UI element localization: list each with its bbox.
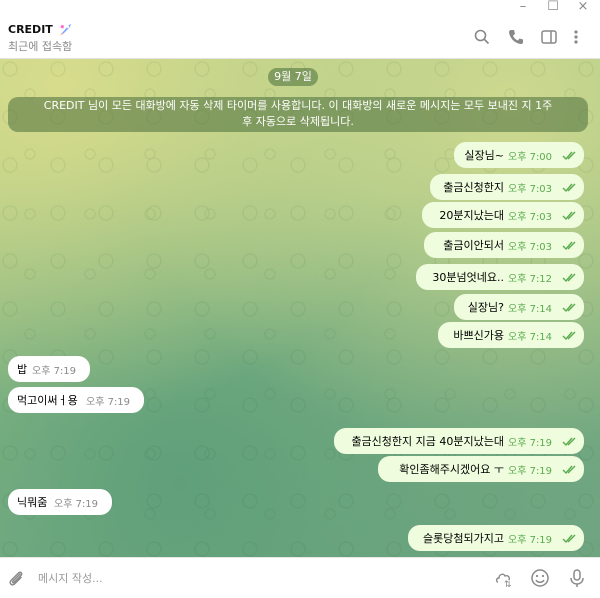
message-time: 오후 7:03 (508, 184, 553, 195)
message-text: 출금신청한지 (443, 181, 504, 194)
emoji-icon[interactable] (530, 568, 550, 588)
rocket-emoji-icon (59, 24, 71, 35)
message-text: 슬롯당첨되가지고 (423, 532, 504, 545)
message-text: 30분넘엇네요.. (432, 271, 504, 284)
read-receipt-icon (562, 465, 576, 475)
message-text: 바쁘신가용 (453, 329, 504, 342)
incoming-message[interactable]: 닉뭐줌 오후 7:19 (8, 489, 112, 515)
chat-name-text: CREDIT (8, 23, 53, 36)
message-text: 실장님~ (464, 149, 504, 162)
outgoing-message[interactable]: 출금이안되서 오후 7:03 (424, 232, 584, 258)
date-pill: 9월 7일 (268, 68, 318, 86)
read-receipt-icon (562, 273, 576, 283)
chat-header[interactable]: CREDIT 최근에 접속함 (0, 12, 600, 59)
outgoing-message[interactable]: 실장님~ 오후 7:00 (454, 142, 584, 168)
phone-icon[interactable] (507, 28, 525, 46)
outgoing-message[interactable]: 바쁘신가용 오후 7:14 (438, 322, 584, 348)
microphone-icon[interactable] (567, 568, 587, 588)
message-text: 먹고이써ㅓ용 (17, 394, 78, 407)
message-time: 오후 7:12 (508, 274, 553, 285)
sidebar-toggle-icon[interactable] (540, 28, 558, 46)
more-icon[interactable] (567, 28, 585, 46)
chat-history[interactable]: 9월 7일 CREDIT 님이 모든 대화방에 자동 삭제 타이머를 사용합니다… (0, 59, 600, 557)
message-time: 오후 7:19 (54, 499, 99, 510)
outgoing-message[interactable]: 20분지났는대 오후 7:03 (422, 202, 584, 228)
system-message-line2: 후 자동으로 삭제됩니다. (242, 115, 354, 128)
message-time: 오후 7:19 (508, 438, 553, 449)
read-receipt-icon (562, 211, 576, 221)
message-input[interactable]: 메시지 작성... (38, 570, 103, 586)
message-time: 오후 7:19 (86, 397, 131, 408)
message-time: 오후 7:14 (508, 332, 553, 343)
attach-icon[interactable] (6, 568, 26, 588)
read-receipt-icon (562, 241, 576, 251)
message-text: 실장님? (467, 301, 504, 314)
read-receipt-icon (562, 437, 576, 447)
message-text: 확인좀해주시겠어요 ㅜ (399, 463, 504, 476)
svg-text:⇅: ⇅ (504, 580, 512, 588)
message-time: 오후 7:19 (508, 466, 553, 477)
message-text: 닉뭐줌 (17, 496, 48, 509)
incoming-message[interactable]: 밥 오후 7:19 (8, 356, 90, 382)
message-time: 오후 7:19 (32, 366, 77, 377)
read-receipt-icon (562, 331, 576, 341)
system-message-line1: CREDIT 님이 모든 대화방에 자동 삭제 타이머를 사용합니다. 이 대화… (43, 99, 553, 112)
message-time: 오후 7:19 (508, 535, 553, 546)
message-time: 오후 7:03 (508, 242, 553, 253)
outgoing-message[interactable]: 출금신청한지 오후 7:03 (430, 174, 584, 200)
incoming-message[interactable]: 먹고이써ㅓ용 오후 7:19 (8, 387, 144, 413)
system-message: CREDIT 님이 모든 대화방에 자동 삭제 타이머를 사용합니다. 이 대화… (8, 97, 588, 132)
search-icon[interactable] (473, 28, 491, 46)
message-text: 20분지났는대 (439, 209, 504, 222)
read-receipt-icon (562, 183, 576, 193)
chat-title[interactable]: CREDIT (8, 22, 73, 36)
chat-status: 최근에 접속함 (8, 40, 73, 53)
message-time: 오후 7:14 (508, 304, 553, 315)
outgoing-message[interactable]: 슬롯당첨되가지고 오후 7:19 (408, 525, 584, 551)
message-time: 오후 7:00 (508, 152, 553, 163)
message-text: 밥 (17, 363, 28, 376)
message-text: 출금이안되서 (443, 239, 504, 252)
bot-commands-icon[interactable]: ⇅ (494, 568, 514, 588)
message-text: 출금신청한지 지금 40분지났는대 (351, 435, 504, 448)
read-receipt-icon (562, 303, 576, 313)
message-time: 오후 7:03 (508, 212, 553, 223)
message-composer[interactable]: 메시지 작성... ⇅ (0, 557, 600, 598)
read-receipt-icon (562, 151, 576, 161)
outgoing-message[interactable]: 출금신청한지 지금 40분지났는대 오후 7:19 (334, 428, 584, 454)
outgoing-message[interactable]: 30분넘엇네요.. 오후 7:12 (416, 264, 584, 290)
read-receipt-icon (562, 534, 576, 544)
outgoing-message[interactable]: 실장님? 오후 7:14 (454, 294, 584, 320)
outgoing-message[interactable]: 확인좀해주시겠어요 ㅜ 오후 7:19 (378, 456, 584, 482)
